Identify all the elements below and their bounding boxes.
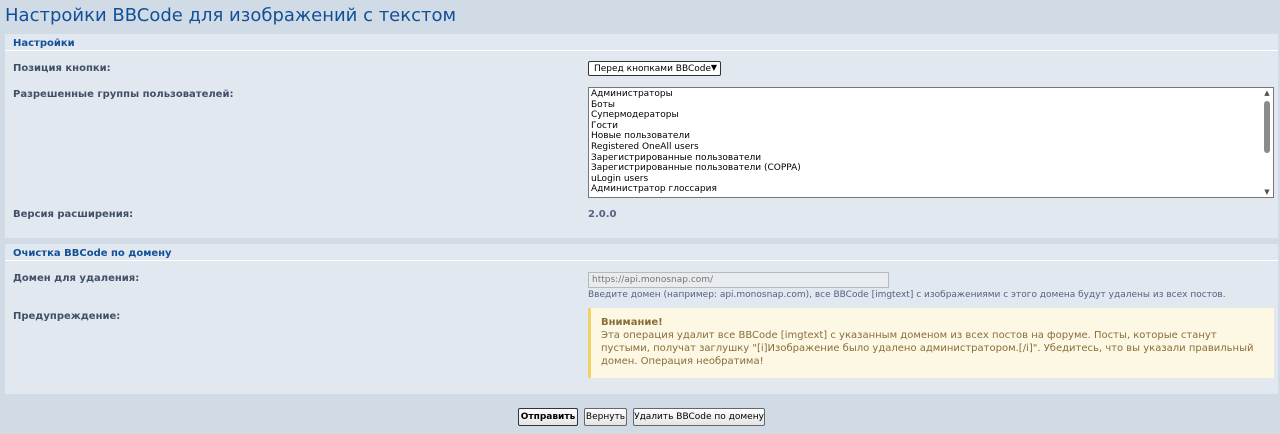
chevron-down-icon: ▼ [710,63,717,72]
list-item[interactable]: Боты [591,100,615,111]
list-item[interactable]: Зарегистрированные пользователи (COPPA) [591,163,801,174]
submit-button[interactable]: Отправить [518,408,578,426]
delete-by-domain-button[interactable]: Удалить BBCode по домену [633,408,765,426]
extension-version-value: 2.0.0 [588,209,617,220]
settings-fieldset: Настройки Позиция кнопки: Перед кнопками… [5,34,1278,238]
warning-box: Внимание! Эта операция удалит все BBCode… [588,308,1274,378]
page-title: Настройки BBCode для изображений с текст… [5,5,457,26]
cleanup-legend: Очистка BBCode по домену [13,248,172,259]
list-item[interactable]: Администраторы [591,89,673,100]
button-position-select[interactable]: Перед кнопками BBCode ▼ [588,61,721,76]
list-item[interactable]: Супермодераторы [591,110,679,121]
list-item[interactable]: Гости [591,121,618,132]
list-item[interactable]: Registered OneAll users [591,142,699,153]
arrow-down-icon[interactable]: ▼ [1263,188,1271,196]
domain-label: Домен для удаления: [13,273,140,284]
settings-legend: Настройки [13,38,75,49]
legend-divider [5,260,1278,261]
warning-text: Эта операция удалит все BBCode [imgtext]… [601,330,1254,367]
button-position-label: Позиция кнопки: [13,63,111,74]
domain-hint: Введите домен (например: api.monosnap.co… [588,290,1226,300]
listbox-scrollbar[interactable]: ▲ ▼ [1261,88,1273,197]
reset-button[interactable]: Вернуть [584,408,627,426]
extension-version-label: Версия расширения: [13,209,134,220]
list-item[interactable]: Зарегистрированные пользователи [591,153,761,164]
list-item[interactable]: Администратор глоссария [591,184,717,195]
warning-title: Внимание! [601,317,663,328]
cleanup-fieldset: Очистка BBCode по домену Домен для удале… [5,244,1278,394]
allowed-groups-label: Разрешенные группы пользователей: [13,89,234,100]
allowed-groups-listbox[interactable]: Администраторы Боты Супермодераторы Гост… [588,87,1274,198]
list-item[interactable]: Новые пользователи [591,131,690,142]
button-position-selected: Перед кнопками BBCode [594,63,712,74]
list-item[interactable]: uLogin users [591,174,648,185]
legend-divider [5,50,1278,51]
domain-input[interactable] [588,272,889,288]
arrow-up-icon[interactable]: ▲ [1263,89,1271,97]
warning-label: Предупреждение: [13,311,121,322]
scroll-thumb[interactable] [1264,101,1270,153]
